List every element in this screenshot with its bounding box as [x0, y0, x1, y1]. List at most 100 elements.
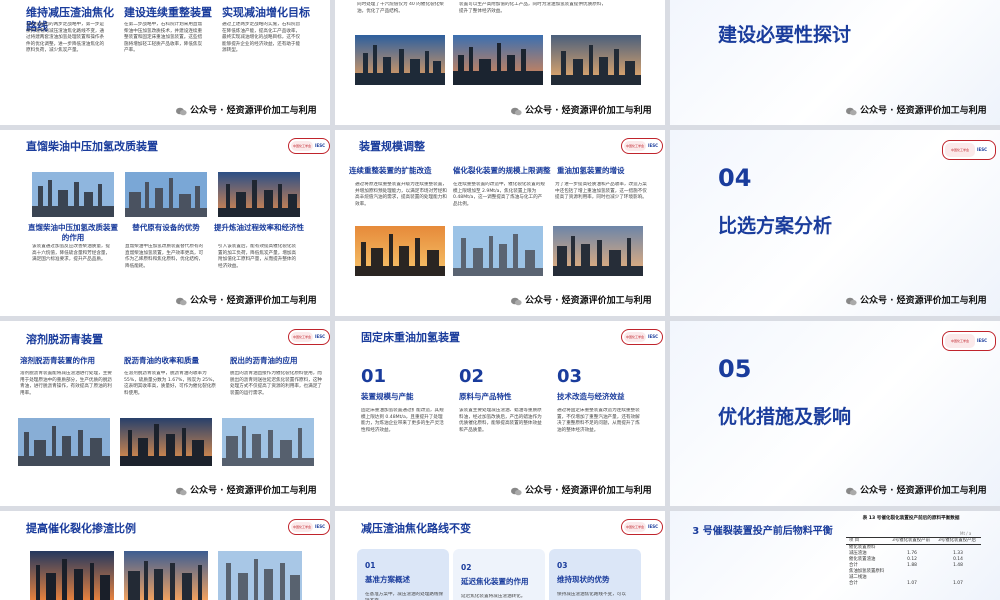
section-title: 优化措施及影响: [718, 406, 852, 428]
column-heading: 连续重整装置的扩能改造: [349, 166, 432, 175]
refinery-image: [355, 226, 445, 276]
slide-title: 提高催化裂化掺渣比例: [26, 522, 136, 535]
wechat-icon: [511, 107, 522, 116]
slide-title: 减压渣油焦化路线不变: [361, 522, 471, 535]
slide-body-text: 固定床重油加氢装置通过扩能改造，其规模上限达到 0.48Mt/a，且重提升了处理…: [361, 408, 444, 433]
table-cell: 1.07: [953, 581, 963, 586]
column-heading: 延迟焦化装置的作用: [461, 577, 529, 586]
slide-thumbnail[interactable]: 中国化工学会 IESC 05 优化措施及影响 公众号 · 烃资源评价加工与利用: [670, 321, 1000, 506]
society-logo: 中国化工学会 IESC: [621, 519, 663, 535]
section-number: 04: [718, 164, 752, 192]
slide-footer: 公众号 · 烃资源评价加工与利用: [525, 296, 652, 306]
material-balance-table: 项 目 3号催化装置投产前 3号催化装置投产后 催化装置原料 减压渣油 1.76 1.…: [846, 537, 981, 587]
refinery-image: [125, 172, 207, 217]
slide-body-text: 通过上述两步走战略的实施，石科院旨在降低炼油产能，提高化工产品收率，最终实现减油…: [222, 22, 301, 54]
society-logo: 中国化工学会 IESC: [288, 519, 330, 535]
info-card: [453, 549, 545, 600]
slide-body-text: 引入该装置后，能有效提高催化裂化装置的加工负荷，降低焦炭产量，增加高附加值化工原…: [218, 244, 297, 269]
slide-footer: 公众号 · 烃资源评价加工与利用: [860, 486, 987, 496]
slide-body-text: 该装置主要处理减压渣油、蜡油等重质原料油，经过加氢改质后，产出的蜡油作为优质催化…: [459, 408, 542, 433]
table-caption: 表 13 号催化裂化装置投产前后的原料平衡数据: [862, 516, 960, 521]
column-heading: 技术改造与经济效益: [557, 392, 625, 401]
slide-thumbnail[interactable]: 3 号催裂装置投产前后物料平衡 表 13 号催化裂化装置投产前后的原料平衡数据 …: [670, 511, 1000, 600]
slide-heading: 实现减油增化目标: [222, 6, 310, 19]
slide-thumbnail[interactable]: 同时处理了十六烷值仅为 40 的催化裂化柴油，优化了产品结构。 装置可以生产高附…: [335, 0, 665, 125]
slide-footer: 公众号 · 烃资源评价加工与利用: [525, 486, 652, 496]
table-body: 催化装置原料 减压渣油 1.76 1.33 催化装置渣油 0.12 0.14 合计 1.88 1.…: [846, 545, 981, 588]
table-header-cell: 3号催化装置投产后: [935, 537, 981, 545]
slide-heading: 建设连续重整装置: [124, 6, 212, 19]
table-row: 合计 1.07 1.07: [846, 581, 981, 587]
refinery-image: [124, 551, 208, 600]
refinery-image: [553, 226, 643, 276]
column-heading: 直馏柴油中压加氢改质装置的作用: [28, 223, 118, 242]
slide-footer: 公众号 · 烃资源评价加工与利用: [525, 106, 652, 116]
society-logo: 中国化工学会 IESC: [621, 138, 663, 154]
column-heading: 溶剂脱沥青装置的作用: [20, 356, 95, 365]
slide-footer: 公众号 · 烃资源评价加工与利用: [190, 486, 317, 496]
slide-sorter-grid: 维持减压渣油焦化路线 石科院提出的两步走战略中，第一步是保持现有的减压渣油焦化路…: [0, 0, 1000, 600]
column-heading: 提升炼油过程效率和经济性: [214, 223, 304, 232]
column-heading: 脱沥青油的收率和质量: [124, 356, 199, 365]
table-cell: 合计: [849, 581, 858, 586]
refinery-image: [218, 172, 300, 217]
slide-body-text: 同时处理了十六烷值仅为 40 的催化裂化柴油，优化了产品结构。: [357, 2, 444, 14]
slide-title: 固定床重油加氢装置: [361, 331, 460, 344]
slide-footer: 公众号 · 烃资源评价加工与利用: [860, 296, 987, 306]
table-header-row: 项 目 3号催化装置投产前 3号催化装置投产后: [846, 537, 981, 545]
slide-body-text: 延迟焦化装置将减压渣油转化。: [461, 594, 526, 599]
refinery-image: [120, 418, 212, 466]
refinery-image: [453, 35, 543, 85]
society-logo: 中国化工学会 IESC: [621, 329, 663, 345]
slide-body-text: 保持减压渣油焦化路线不变，可以: [557, 592, 626, 597]
slide-thumbnail[interactable]: 溶剂脱沥青装置 中国化工学会 IESC 溶剂脱沥青装置的作用 脱沥青油的收率和质量…: [0, 321, 330, 506]
society-logo: 中国化工学会 IESC: [288, 329, 330, 345]
slide-thumbnail[interactable]: 提高催化裂化掺渣比例 中国化工学会 IESC: [0, 511, 330, 600]
slide-thumbnail[interactable]: 维持减压渣油焦化路线 石科院提出的两步走战略中，第一步是保持现有的减压渣油焦化路…: [0, 0, 330, 125]
wechat-icon: [176, 107, 187, 116]
section-number: 05: [718, 355, 752, 383]
slide-title: 装置规模调整: [359, 140, 425, 153]
section-title: 比选方案分析: [718, 215, 833, 237]
step-number: 03: [557, 561, 568, 570]
slide-body-text: 在第二步战略中，石科院计划采用直馏柴油中压加氢改质技术，并建设连续重整装置和固定…: [124, 22, 203, 54]
slide-body-text: 为了进一步提高轻质油和产品收率，改造方案中还包括了增上重油加氢装置，这一措施不仅…: [555, 182, 647, 201]
slide-body-text: 石科院提出的两步走战略中，第一步是保持现有的减压渣油焦化路线不变，通过将建两套渣…: [26, 22, 105, 54]
slide-body-text: 装置可以生产高附加值的化工产品，同时为渣油加氢装置提供优质原料，提升了整体经济效…: [459, 2, 607, 14]
step-number: 02: [461, 563, 472, 572]
slide-thumbnail[interactable]: 建设必要性探讨 公众号 · 烃资源评价加工与利用: [670, 0, 1000, 125]
society-logo: 中国化工学会 IESC: [288, 138, 330, 154]
slide-body-text: 在连续重整装置的改造中，催化裂化装置的规模上限增加至 2.9Mt/a，焦化装置上…: [453, 182, 545, 207]
slide-body-text: 直馏柴油中压加氢改质装置替代原有的直馏柴油加氢装置，生产效率更高，可作为乙烯原料…: [125, 244, 204, 269]
slide-body-text: 通过将原连续重整装置升级为连续重整装置，并增加原料预处理能力，以满足市场对芳烃和…: [355, 182, 447, 207]
step-number: 01: [365, 561, 376, 570]
section-title: 建设必要性探讨: [718, 24, 852, 46]
refinery-image: [218, 551, 302, 600]
slide-body-text: 在基准方案中，减压渣油的处理路线保持不变。: [365, 592, 444, 600]
wechat-icon: [176, 297, 187, 306]
column-heading: 原料与产品特性: [459, 392, 512, 401]
refinery-image: [355, 35, 445, 85]
society-logo: 中国化工学会 IESC: [942, 140, 996, 160]
refinery-image: [453, 226, 543, 276]
column-heading: 基准方案概述: [365, 575, 410, 584]
slide-thumbnail[interactable]: 固定床重油加氢装置 中国化工学会 IESC 01 02 03 装置规模与产能 原料…: [335, 321, 665, 506]
slide-body-text: 脱出的沥青油直接作为催化裂化原料使用，而脱出的沥青则送往延迟焦化装置作原料，这种…: [230, 371, 322, 396]
slide-title: 3 号催裂装置投产前后物料平衡: [692, 526, 833, 537]
column-heading: 维持现状的优势: [557, 575, 610, 584]
slide-body-text: 溶剂脱沥青装置能将减压渣油进行处理，主要用于处理原油中的重质部分，生产优质的脱沥…: [20, 371, 112, 396]
slide-thumbnail[interactable]: 减压渣油焦化路线不变 中国化工学会 IESC 01 02 03 基准方案概述 延迟…: [335, 511, 665, 600]
refinery-image: [18, 418, 110, 466]
wechat-icon: [846, 487, 857, 496]
slide-body-text: 在溶剂脱沥青装置中，脱沥青油的收率为 55%，硫质量分数为 1.67%，残炭为 …: [124, 371, 218, 396]
wechat-icon: [176, 487, 187, 496]
column-heading: 替代原有设备的优势: [132, 223, 200, 232]
refinery-image: [32, 172, 114, 217]
table-header-cell: 项 目: [846, 537, 890, 545]
slide-title: 溶剂脱沥青装置: [26, 333, 103, 346]
slide-thumbnail[interactable]: 直馏柴油中压加氢改质装置 中国化工学会 IESC 直馏柴油中压加氢改质装置的作用 …: [0, 130, 330, 316]
slide-thumbnail[interactable]: 装置规模调整 中国化工学会 IESC 连续重整装置的扩能改造 催化裂化装置的规模上…: [335, 130, 665, 316]
refinery-image: [551, 35, 641, 85]
refinery-image: [30, 551, 114, 600]
slide-thumbnail[interactable]: 中国化工学会 IESC 04 比选方案分析 公众号 · 烃资源评价加工与利用: [670, 130, 1000, 316]
